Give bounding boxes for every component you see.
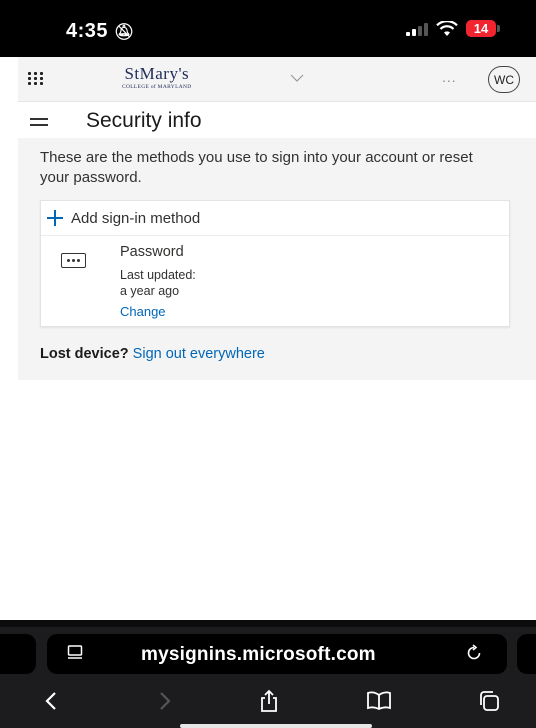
- forward-icon[interactable]: [152, 688, 178, 714]
- previous-tab-pill[interactable]: [0, 634, 36, 674]
- browser-toolbar: [0, 682, 536, 718]
- url-text: mysignins.microsoft.com: [141, 644, 376, 665]
- bookmarks-icon[interactable]: [366, 688, 392, 714]
- page-title-row: Security info: [18, 102, 536, 138]
- silent-mode-icon: 🔕︎: [114, 24, 135, 41]
- hamburger-menu-icon[interactable]: [30, 118, 48, 128]
- lost-device-label: Lost device?: [40, 346, 129, 362]
- status-time: 4:35 🔕︎: [66, 20, 135, 43]
- chevron-down-icon[interactable]: [290, 73, 304, 83]
- logo-sub-text: COLLEGE of MARYLAND: [122, 84, 192, 90]
- page-format-icon[interactable]: [67, 645, 83, 661]
- back-icon[interactable]: [38, 688, 64, 714]
- battery-level: 14: [466, 20, 496, 37]
- next-tab-pill[interactable]: [517, 634, 536, 674]
- tabs-icon[interactable]: [476, 688, 502, 714]
- plus-icon: [47, 210, 63, 226]
- app-launcher-icon[interactable]: [28, 72, 44, 86]
- reload-icon[interactable]: [465, 644, 483, 662]
- lost-device-row: Lost device? Sign out everywhere: [40, 346, 265, 362]
- status-indicators: 14: [406, 20, 500, 37]
- more-options-icon[interactable]: ...: [442, 69, 457, 85]
- home-indicator: [180, 724, 372, 728]
- add-sign-in-method-button[interactable]: Add sign-in method: [41, 201, 509, 236]
- app-header: StMary's COLLEGE of MARYLAND ... WC: [18, 57, 536, 102]
- wifi-icon: [436, 20, 458, 36]
- last-updated-value: a year ago: [120, 284, 180, 298]
- sign-in-methods-card: Add sign-in method Password Last updated…: [40, 200, 510, 327]
- method-name: Password: [120, 244, 184, 260]
- logo-main-text: StMary's: [124, 64, 190, 83]
- address-bar[interactable]: mysignins.microsoft.com: [47, 634, 507, 674]
- page-title: Security info: [86, 109, 202, 132]
- organization-logo: StMary's COLLEGE of MARYLAND: [122, 64, 192, 91]
- last-updated-label: Last updated:: [120, 268, 196, 282]
- method-last-updated: Last updated: a year ago: [120, 267, 196, 299]
- password-icon: [61, 253, 86, 268]
- intro-text: These are the methods you use to sign in…: [40, 149, 473, 186]
- sign-out-everywhere-link[interactable]: Sign out everywhere: [133, 346, 265, 362]
- battery-icon: 14: [466, 20, 500, 37]
- add-sign-in-method-label: Add sign-in method: [71, 209, 201, 227]
- account-avatar[interactable]: WC: [488, 66, 520, 93]
- cellular-signal-icon: [406, 22, 428, 36]
- change-password-link[interactable]: Change: [120, 304, 166, 319]
- share-icon[interactable]: [256, 688, 282, 714]
- status-time-text: 4:35: [66, 20, 109, 42]
- status-bar: 4:35 🔕︎ 14: [0, 0, 536, 57]
- security-info-panel: These are the methods you use to sign in…: [18, 138, 536, 380]
- browser-bottom-bar: mysignins.microsoft.com: [0, 620, 536, 728]
